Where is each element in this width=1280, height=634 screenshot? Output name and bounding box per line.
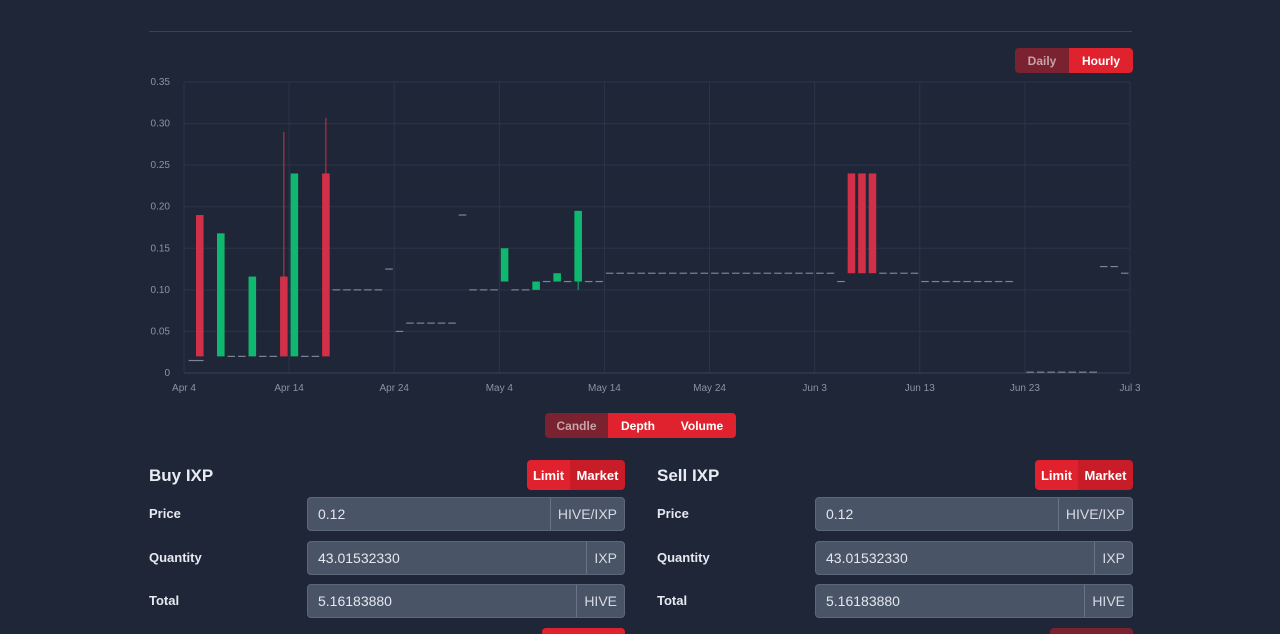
sell-total-field[interactable]: 5.16183880 HIVE	[815, 584, 1133, 618]
stats-header-divider	[149, 0, 1132, 32]
y-tick-label: 0.15	[151, 243, 171, 254]
x-tick-label: Apr 24	[379, 383, 409, 394]
y-tick-label: 0.05	[151, 326, 171, 337]
candle-body	[248, 276, 257, 357]
candle-button[interactable]: Candle	[545, 413, 608, 438]
y-tick-label: 0	[164, 368, 170, 379]
sell-market-button[interactable]: Market	[1078, 460, 1133, 490]
buy-price-label: Price	[149, 506, 181, 521]
x-tick-label: Jul 3	[1119, 383, 1140, 394]
x-tick-label: Jun 13	[905, 383, 935, 394]
sell-price-input[interactable]: 0.12	[816, 498, 1058, 530]
candle-body	[280, 276, 288, 357]
sell-price-field[interactable]: 0.12 HIVE/IXP	[815, 497, 1133, 531]
y-tick-label: 0.25	[151, 160, 171, 171]
candle-body	[195, 215, 204, 357]
buy-title: Buy IXP	[149, 466, 214, 485]
candle-body	[847, 173, 856, 274]
buy-price-row: Price 0.12 HIVE/IXP	[149, 497, 625, 531]
x-tick-label: May 24	[693, 383, 726, 394]
buy-total-field[interactable]: 5.16183880 HIVE	[307, 584, 625, 618]
sell-quantity-label: Quantity	[657, 550, 710, 565]
candle-body	[532, 281, 540, 290]
buy-limit-button[interactable]: Limit	[527, 460, 570, 490]
buy-total-input[interactable]: 5.16183880	[308, 585, 576, 617]
x-tick-label: May 14	[588, 383, 621, 394]
sell-quantity-unit: IXP	[1094, 542, 1132, 574]
depth-button[interactable]: Depth	[608, 413, 668, 438]
volume-button[interactable]: Volume	[668, 413, 736, 438]
sell-price-label: Price	[657, 506, 689, 521]
sell-total-unit: HIVE	[1084, 585, 1132, 617]
sell-title: Sell IXP	[657, 466, 720, 485]
sell-quantity-row: Quantity 43.01532330 IXP	[657, 541, 1133, 575]
sell-quantity-input[interactable]: 43.01532330	[816, 542, 1094, 574]
y-tick-label: 0.20	[151, 202, 171, 213]
buy-total-row: Total 5.16183880 HIVE	[149, 584, 625, 618]
buy-price-unit: HIVE/IXP	[549, 498, 624, 530]
chart-type-toggle: Candle Depth Volume	[545, 413, 736, 438]
candle-body	[858, 173, 866, 274]
buy-price-field[interactable]: 0.12 HIVE/IXP	[307, 497, 625, 531]
buy-market-button[interactable]: Market	[570, 460, 625, 490]
x-tick-label: Apr 4	[172, 383, 196, 394]
y-tick-label: 0.10	[151, 285, 171, 296]
x-tick-label: May 4	[486, 383, 514, 394]
buy-quantity-label: Quantity	[149, 550, 202, 565]
sell-order-type-toggle: Limit Market	[1035, 460, 1133, 490]
daily-button[interactable]: Daily	[1015, 48, 1069, 73]
candle-body	[322, 173, 330, 357]
buy-submit-button[interactable]	[542, 628, 625, 634]
sell-price-row: Price 0.12 HIVE/IXP	[657, 497, 1133, 531]
y-tick-label: 0.35	[151, 77, 171, 88]
candle-body	[500, 248, 509, 282]
sell-total-label: Total	[657, 593, 688, 608]
sell-price-unit: HIVE/IXP	[1057, 498, 1132, 530]
x-tick-label: Jun 3	[802, 383, 827, 394]
candle-body	[553, 273, 561, 282]
buy-total-label: Total	[149, 593, 180, 608]
candle-body	[217, 233, 225, 357]
candle-body	[574, 210, 582, 282]
buy-quantity-row: Quantity 43.01532330 IXP	[149, 541, 625, 575]
buy-total-unit: HIVE	[576, 585, 624, 617]
sell-total-input[interactable]: 5.16183880	[816, 585, 1084, 617]
sell-quantity-field[interactable]: 43.01532330 IXP	[815, 541, 1133, 575]
buy-quantity-input[interactable]: 43.01532330	[308, 542, 586, 574]
range-toggle: Daily Hourly	[1015, 48, 1133, 73]
buy-quantity-field[interactable]: 43.01532330 IXP	[307, 541, 625, 575]
candle-body	[868, 173, 877, 274]
sell-limit-button[interactable]: Limit	[1035, 460, 1078, 490]
buy-quantity-unit: IXP	[586, 542, 624, 574]
candle-body	[290, 173, 299, 357]
candlestick-chart[interactable]: 0 0.05 0.10 0.15 0.20 0.25 0.30 0.35 Apr 4 Apr 14…	[140, 72, 1140, 402]
sell-total-row: Total 5.16183880 HIVE	[657, 584, 1133, 618]
x-tick-label: Apr 14	[274, 383, 304, 394]
price-chart[interactable]: 0 0.05 0.10 0.15 0.20 0.25 0.30 0.35 Apr 4 Apr 14…	[140, 72, 1140, 402]
x-tick-label: Jun 23	[1010, 383, 1040, 394]
buy-price-input[interactable]: 0.12	[308, 498, 550, 530]
hourly-button[interactable]: Hourly	[1069, 48, 1133, 73]
buy-order-type-toggle: Limit Market	[527, 460, 625, 490]
sell-submit-button[interactable]	[1050, 628, 1133, 634]
y-tick-label: 0.30	[151, 119, 171, 130]
